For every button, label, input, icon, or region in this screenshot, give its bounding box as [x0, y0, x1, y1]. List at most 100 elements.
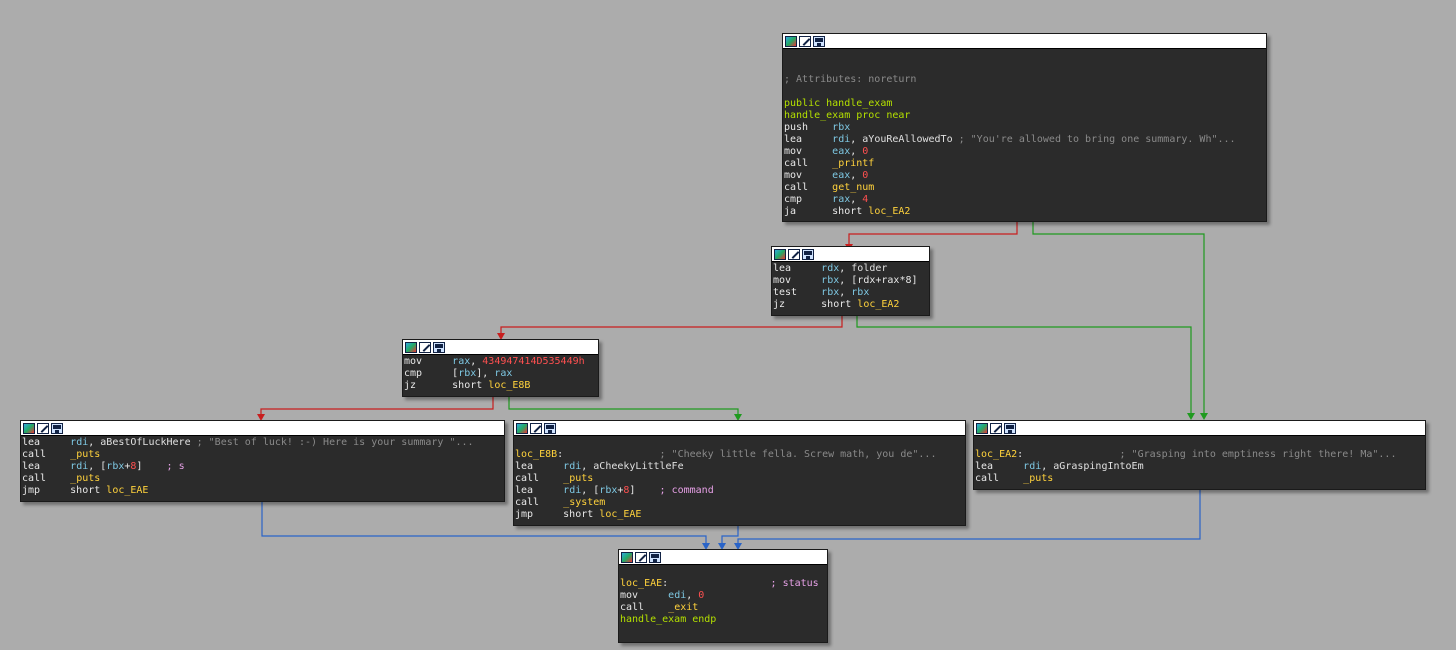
code-line[interactable]: jmp short loc_EAE: [515, 509, 964, 521]
code-line[interactable]: jz short loc_EA2: [773, 299, 928, 311]
node-code[interactable]: loc_EA2: ; "Grasping into emptiness righ…: [974, 436, 1425, 485]
code-token: rdi: [1023, 461, 1042, 472]
node-folder-lookup[interactable]: lea rdx, folder mov rbx, [rdx+rax*8] test …: [771, 246, 930, 316]
graph-icon[interactable]: [649, 551, 661, 563]
code-line[interactable]: ; Attributes: noreturn: [784, 74, 1265, 86]
code-line[interactable]: mov eax, 0: [784, 170, 1265, 182]
code-token: rbx: [821, 275, 840, 286]
code-token: loc_EAE: [106, 485, 149, 496]
code-line[interactable]: [515, 437, 964, 449]
code-line[interactable]: call _puts: [975, 473, 1424, 485]
code-token: 0: [862, 146, 869, 157]
graph-icon[interactable]: [1004, 422, 1016, 434]
color-icon[interactable]: [774, 248, 786, 260]
code-line[interactable]: jmp short loc_EAE: [22, 485, 503, 497]
code-line[interactable]: lea rdx, folder: [773, 263, 928, 275]
node-loc-eae[interactable]: loc_EAE: ; status mov edi, 0 call _exit han…: [618, 549, 828, 643]
code-token: ,: [850, 194, 863, 205]
edit-icon[interactable]: [990, 422, 1002, 434]
code-line[interactable]: lea rdi, aYouReAllowedTo ; "You're allow…: [784, 134, 1265, 146]
edit-icon[interactable]: [635, 551, 647, 563]
graph-icon[interactable]: [544, 422, 556, 434]
node-loc-e8b[interactable]: loc_E8B: ; "Cheeky little fella. Screw m…: [513, 420, 966, 526]
code-line[interactable]: call _puts: [515, 473, 964, 485]
code-line[interactable]: lea rdi, aBestOfLuckHere ; "Best of luck…: [22, 437, 503, 449]
code-token: lea: [975, 461, 1024, 472]
code-line[interactable]: handle_exam endp: [620, 614, 826, 626]
edit-icon[interactable]: [419, 341, 431, 353]
code-token: ]: [629, 485, 660, 496]
code-token: 0: [698, 590, 705, 601]
code-token: ]: [136, 461, 167, 472]
graph-icon[interactable]: [51, 422, 63, 434]
node-code[interactable]: loc_E8B: ; "Cheeky little fella. Screw m…: [514, 436, 965, 521]
node-best-of-luck[interactable]: lea rdi, aBestOfLuckHere ; "Best of luck…: [20, 420, 505, 502]
code-token: ; s: [166, 461, 185, 472]
code-token: test: [773, 287, 822, 298]
node-code[interactable]: mov rax, 434947414D535449h cmp [rbx], rax…: [403, 355, 598, 392]
code-token: jmp short: [515, 509, 600, 520]
graph-icon[interactable]: [813, 35, 825, 47]
code-token: loc_EAE: [599, 509, 642, 520]
code-line[interactable]: mov edi, 0: [620, 590, 826, 602]
code-token: eax: [832, 170, 851, 181]
edit-icon[interactable]: [530, 422, 542, 434]
color-icon[interactable]: [405, 341, 417, 353]
code-line[interactable]: lea rdi, [rbx+8] ; s: [22, 461, 503, 473]
code-token: ; Attributes: noreturn: [784, 74, 917, 85]
code-line[interactable]: [784, 50, 1265, 62]
code-token: ; "Cheeky little fella. Screw math, you …: [659, 449, 937, 460]
node-code[interactable]: lea rdx, folder mov rbx, [rdx+rax*8] test …: [772, 262, 929, 311]
edit-icon[interactable]: [37, 422, 49, 434]
code-line[interactable]: push rbx: [784, 122, 1265, 134]
code-line[interactable]: [784, 86, 1265, 98]
color-icon[interactable]: [621, 551, 633, 563]
node-handle-exam-entry[interactable]: ; Attributes: noreturn public handle_exa…: [782, 33, 1267, 222]
node-magic-compare[interactable]: mov rax, 434947414D535449h cmp [rbx], rax…: [402, 339, 599, 397]
color-icon[interactable]: [976, 422, 988, 434]
code-line[interactable]: [784, 62, 1265, 74]
node-header: [514, 421, 965, 436]
code-line[interactable]: loc_EAE: ; status: [620, 578, 826, 590]
node-loc-ea2[interactable]: loc_EA2: ; "Grasping into emptiness righ…: [973, 420, 1426, 490]
node-code[interactable]: ; Attributes: noreturn public handle_exa…: [783, 49, 1266, 218]
graph-icon[interactable]: [433, 341, 445, 353]
code-line[interactable]: call get_num: [784, 182, 1265, 194]
code-line[interactable]: lea rdi, aGraspingIntoEm: [975, 461, 1424, 473]
code-line[interactable]: ja short loc_EA2: [784, 206, 1265, 218]
code-token: mov: [784, 146, 833, 157]
code-line[interactable]: loc_EA2: ; "Grasping into emptiness righ…: [975, 449, 1424, 461]
code-line[interactable]: call _puts: [22, 449, 503, 461]
code-line[interactable]: call _printf: [784, 158, 1265, 170]
code-line[interactable]: [975, 437, 1424, 449]
code-token: _puts: [70, 473, 101, 484]
edit-icon[interactable]: [788, 248, 800, 260]
edit-icon[interactable]: [799, 35, 811, 47]
code-line[interactable]: test rbx, rbx: [773, 287, 928, 299]
code-line[interactable]: mov rax, 434947414D535449h: [404, 356, 597, 368]
code-line[interactable]: cmp [rbx], rax: [404, 368, 597, 380]
color-icon[interactable]: [23, 422, 35, 434]
graph-icon[interactable]: [802, 248, 814, 260]
code-line[interactable]: mov rbx, [rdx+rax*8]: [773, 275, 928, 287]
code-token: ja short: [784, 206, 869, 217]
code-line[interactable]: call _exit: [620, 602, 826, 614]
code-token: ,: [581, 461, 594, 472]
code-line[interactable]: handle_exam proc near: [784, 110, 1265, 122]
code-line[interactable]: [620, 566, 826, 578]
code-line[interactable]: lea rdi, [rbx+8] ; command: [515, 485, 964, 497]
code-line[interactable]: public handle_exam: [784, 98, 1265, 110]
color-icon[interactable]: [516, 422, 528, 434]
code-line[interactable]: call _puts: [22, 473, 503, 485]
node-code[interactable]: loc_EAE: ; status mov edi, 0 call _exit han…: [619, 565, 827, 626]
node-header: [403, 340, 598, 355]
code-line[interactable]: cmp rax, 4: [784, 194, 1265, 206]
code-line[interactable]: loc_E8B: ; "Cheeky little fella. Screw m…: [515, 449, 964, 461]
code-line[interactable]: lea rdi, aCheekyLittleFe: [515, 461, 964, 473]
code-line[interactable]: call _system: [515, 497, 964, 509]
color-icon[interactable]: [785, 35, 797, 47]
node-code[interactable]: lea rdi, aBestOfLuckHere ; "Best of luck…: [21, 436, 504, 497]
code-line[interactable]: jz short loc_E8B: [404, 380, 597, 392]
code-line[interactable]: mov eax, 0: [784, 146, 1265, 158]
edge-entry-to-folder: [848, 221, 1018, 244]
